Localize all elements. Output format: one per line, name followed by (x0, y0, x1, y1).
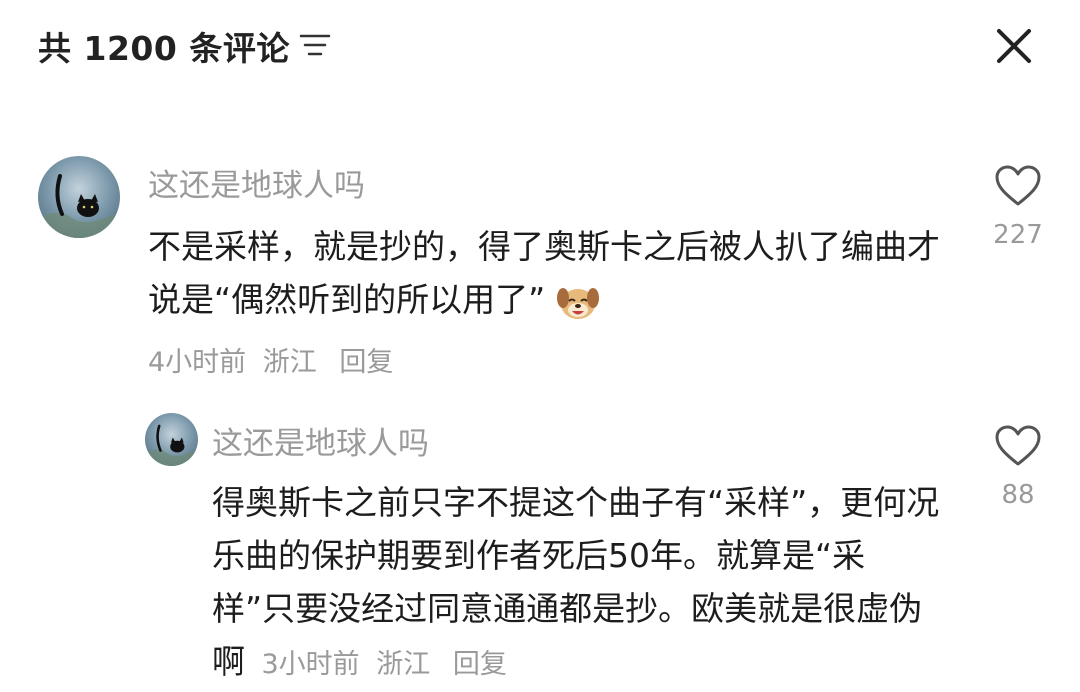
comment-text: 不是采样，就是抄的，得了奥斯卡之后被人扒了编曲才说是“偶然听到的所以用了” (148, 220, 948, 326)
comment-username[interactable]: 这还是地球人吗 (212, 418, 429, 463)
like-count: 88 (1001, 480, 1035, 510)
reply-button[interactable]: 回复 (453, 649, 507, 680)
reply-comment-item: 这还是地球人吗 得奥斯卡之前只字不提这个曲子有“采样”，更何况乐曲的保护期要到作… (0, 410, 1080, 692)
comment-item: 这还是地球人吗 不是采样，就是抄的，得了奥斯卡之后被人扒了编曲才说是“偶然听到的… (0, 150, 1080, 390)
comment-meta: 4小时前 浙江 回复 (148, 340, 393, 379)
comment-username[interactable]: 这还是地球人吗 (148, 160, 365, 205)
cat-avatar-image (145, 413, 198, 466)
comment-body: 不是采样，就是抄的，得了奥斯卡之后被人扒了编曲才说是“偶然听到的所以用了” (148, 227, 940, 319)
close-icon[interactable] (990, 22, 1038, 70)
comment-location: 浙江 (262, 347, 317, 378)
comment-time: 4小时前 (148, 347, 247, 378)
comment-text: 得奥斯卡之前只字不提这个曲子有“采样”，更何况乐曲的保护期要到作者死后50年。就… (212, 476, 947, 691)
like-count: 227 (993, 220, 1043, 250)
filter-icon[interactable] (298, 30, 332, 60)
comment-time: 3小时前 (261, 649, 360, 680)
avatar[interactable] (38, 156, 120, 238)
comment-location: 浙江 (376, 649, 431, 680)
avatar[interactable] (145, 413, 198, 466)
reply-button[interactable]: 回复 (339, 347, 393, 378)
like-button[interactable]: 88 (983, 424, 1053, 510)
heart-outline-icon[interactable] (994, 164, 1042, 208)
comment-count-title: 共 1200 条评论 (38, 29, 290, 68)
dog-laugh-emoji-icon (556, 287, 599, 319)
like-button[interactable]: 227 (983, 164, 1053, 250)
cat-avatar-image (38, 156, 120, 238)
comments-header: 共 1200 条评论 (0, 0, 1080, 92)
heart-outline-icon[interactable] (994, 424, 1042, 468)
comment-meta: 3小时前 浙江 回复 (262, 649, 507, 680)
